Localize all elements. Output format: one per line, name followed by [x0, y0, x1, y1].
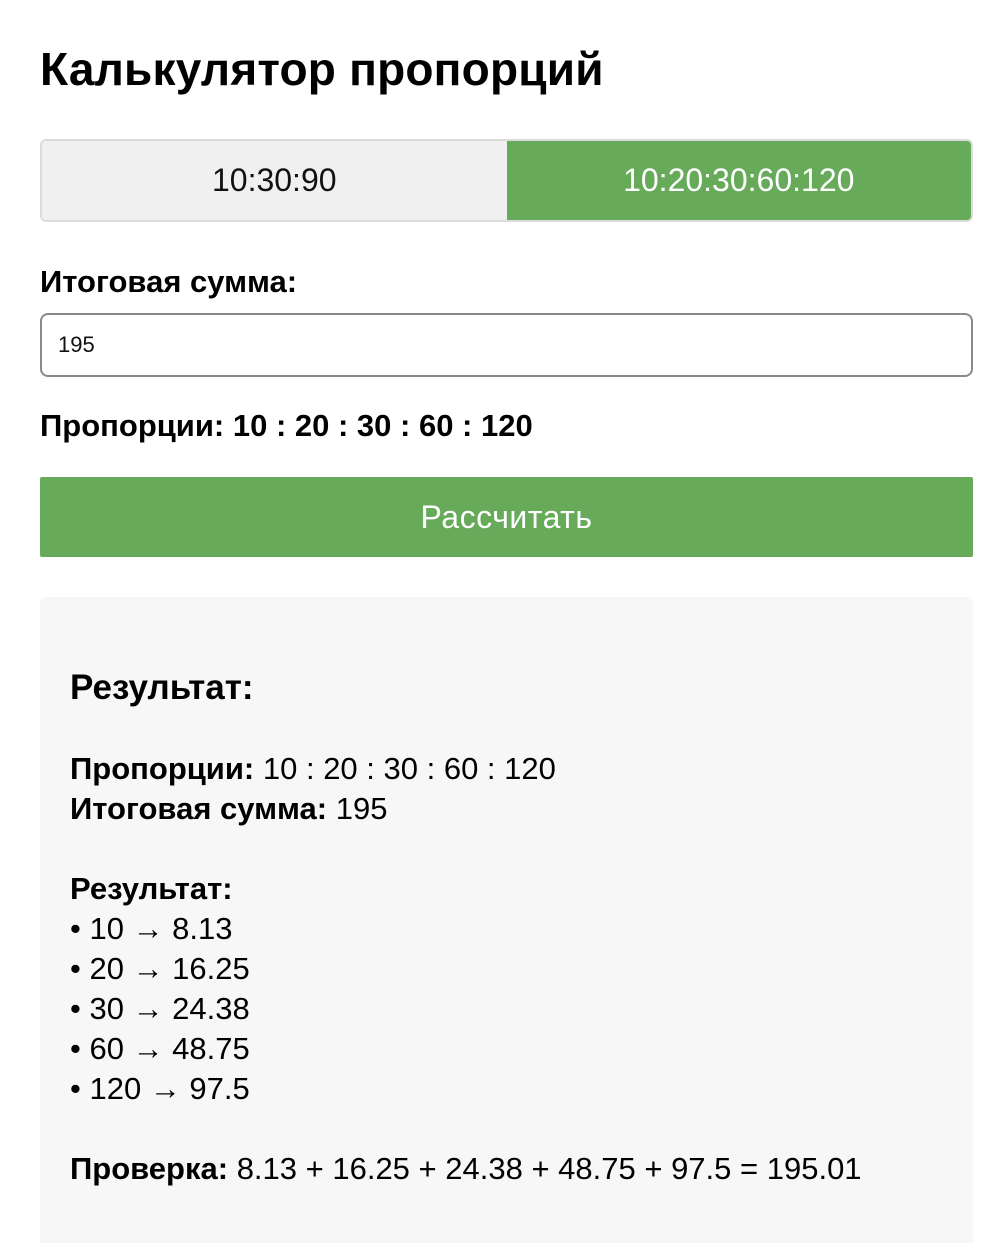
result-card: Результат: Пропорции: 10 : 20 : 30 : 60 …: [40, 597, 973, 1243]
result-proportions-value: 10 : 20 : 30 : 60 : 120: [262, 751, 556, 786]
result-check-line: Проверка: 8.13 + 16.25 + 24.38 + 48.75 +…: [70, 1149, 950, 1189]
result-item: • 120 → 97.5: [70, 1071, 250, 1106]
result-list-label-line: Результат:: [70, 869, 950, 909]
proportions-summary: Пропорции: 10 : 20 : 30 : 60 : 120: [40, 406, 533, 446]
result-item: • 10 → 8.13: [70, 911, 233, 946]
result-proportions-line: Пропорции: 10 : 20 : 30 : 60 : 120: [70, 749, 950, 789]
result-body: Пропорции: 10 : 20 : 30 : 60 : 120 Итого…: [70, 749, 950, 1189]
result-list-label: Результат:: [70, 871, 233, 906]
proportion-calculator-page: Калькулятор пропорций 10:30:90 10:20:30:…: [0, 0, 1003, 1243]
result-sum-label: Итоговая сумма:: [70, 791, 328, 826]
proportions-label: Пропорции:: [40, 408, 225, 443]
tab-ratio-10-20-30-60-120[interactable]: 10:20:30:60:120: [506, 141, 971, 220]
page-title: Калькулятор пропорций: [40, 43, 604, 95]
calculate-button[interactable]: Рассчитать: [40, 477, 973, 557]
result-item: • 30 → 24.38: [70, 991, 250, 1026]
result-item: • 60 → 48.75: [70, 1031, 250, 1066]
result-proportions-label: Пропорции:: [70, 751, 255, 786]
result-sum-line: Итоговая сумма: 195: [70, 789, 950, 829]
result-sum-value: 195: [335, 791, 388, 826]
total-sum-label: Итоговая сумма:: [40, 264, 298, 299]
total-sum-input[interactable]: [40, 313, 973, 377]
tab-ratio-10-30-90[interactable]: 10:30:90: [42, 141, 507, 220]
result-heading: Результат:: [70, 668, 254, 707]
ratio-tabs: 10:30:90 10:20:30:60:120: [40, 139, 973, 222]
proportions-value: 10 : 20 : 30 : 60 : 120: [232, 408, 533, 443]
result-check-label: Проверка:: [70, 1151, 229, 1186]
result-check-value: 8.13 + 16.25 + 24.38 + 48.75 + 97.5 = 19…: [236, 1151, 862, 1186]
result-item: • 20 → 16.25: [70, 951, 250, 986]
